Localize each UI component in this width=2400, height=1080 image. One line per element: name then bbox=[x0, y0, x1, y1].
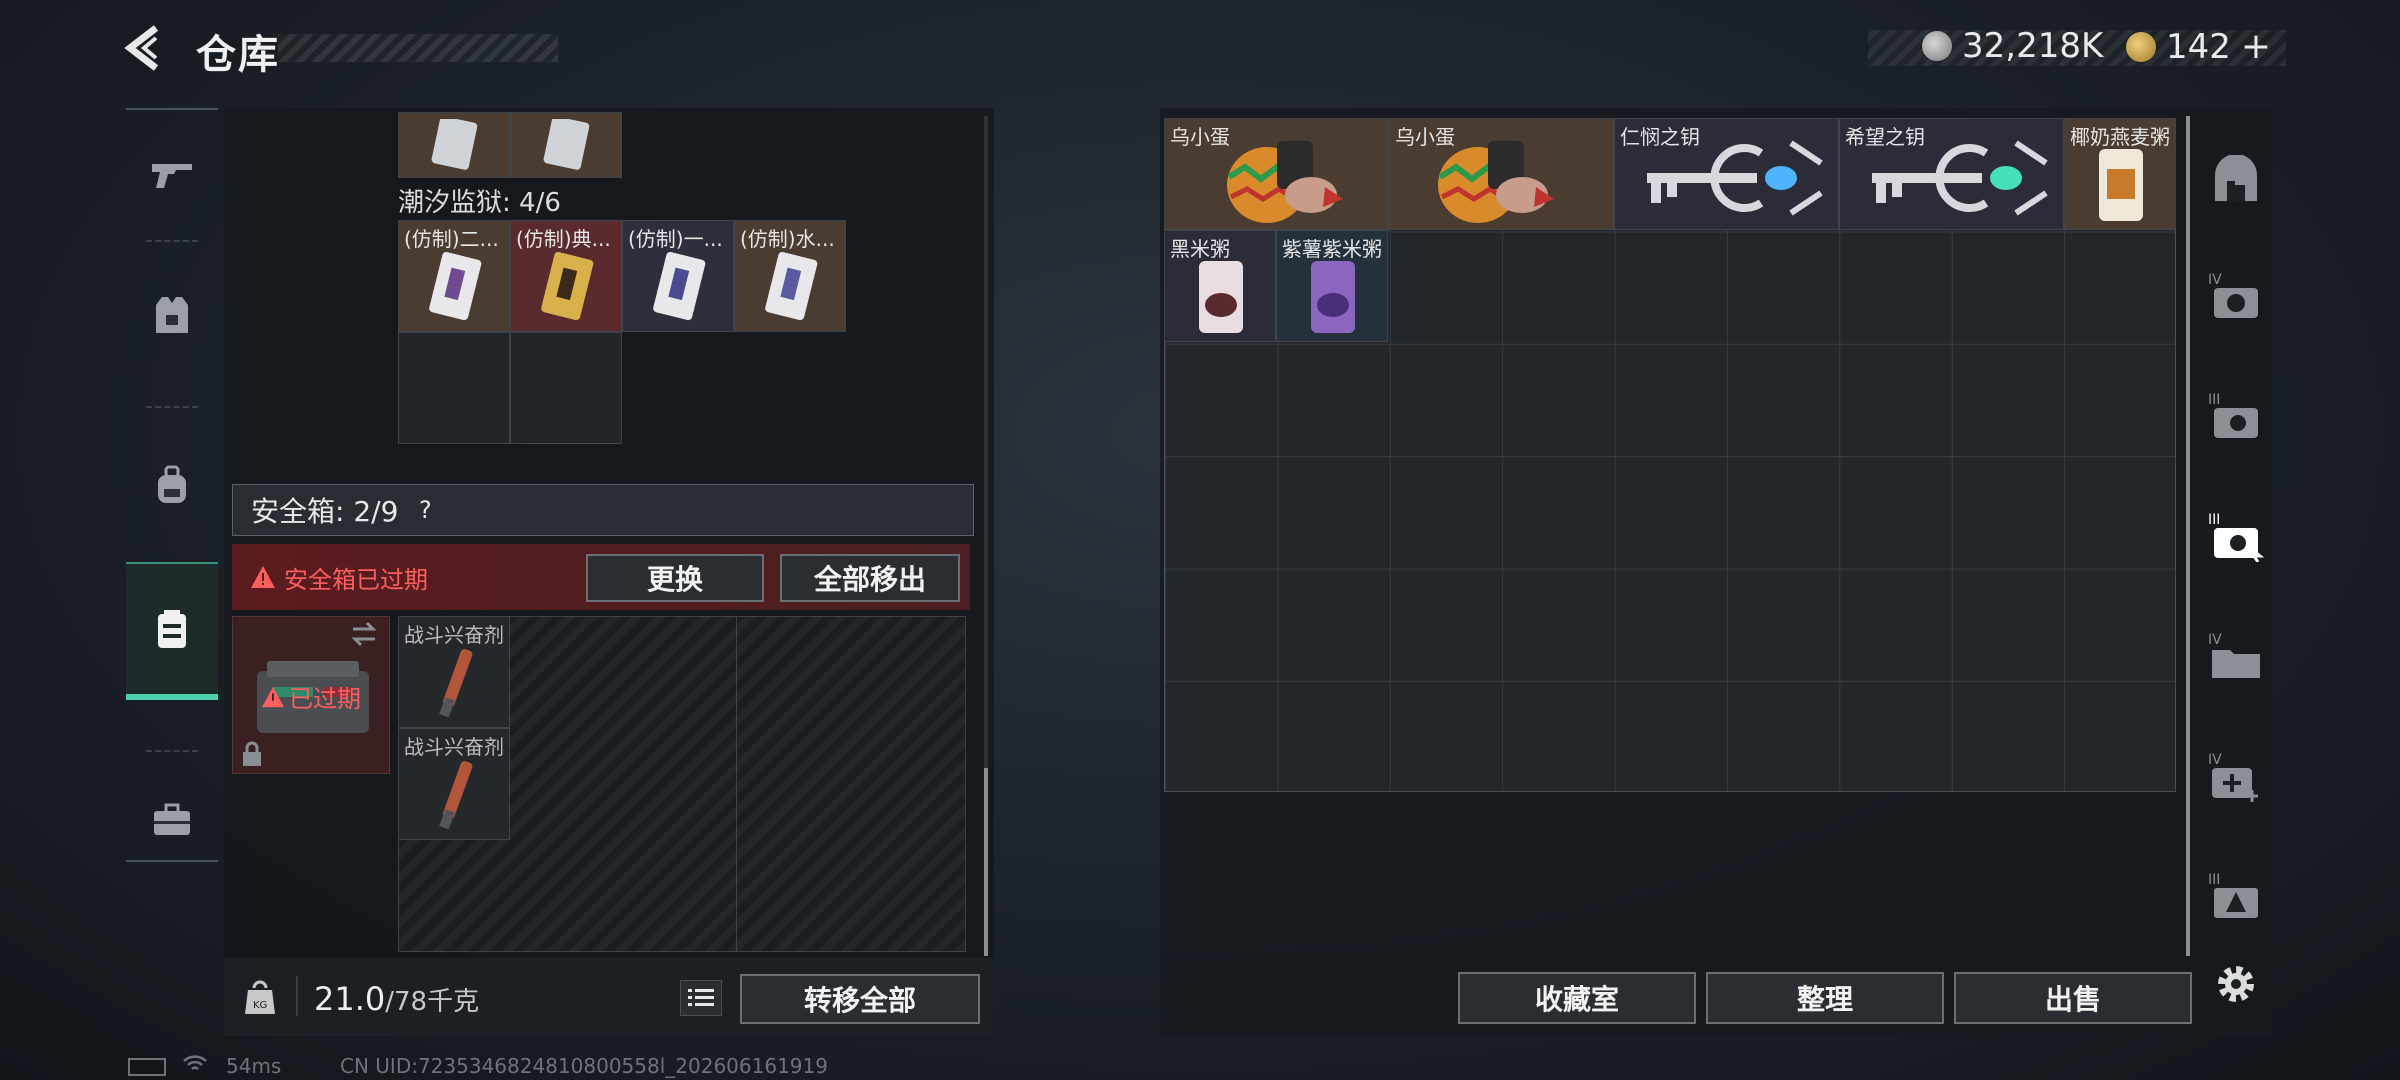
stash-item[interactable]: 乌小蛋 bbox=[1389, 118, 1614, 230]
nav-armor[interactable] bbox=[126, 250, 218, 380]
svg-text:IV: IV bbox=[2208, 632, 2222, 648]
settings-button[interactable] bbox=[2206, 954, 2266, 1014]
cabinet-iv-icon: IV bbox=[2208, 272, 2258, 318]
sell-button[interactable]: 出售 bbox=[1954, 972, 2192, 1024]
stash-item[interactable]: 紫薯紫米粥 bbox=[1276, 230, 1388, 342]
list-view-button[interactable] bbox=[680, 980, 722, 1016]
container-item[interactable] bbox=[510, 112, 622, 178]
container-item[interactable]: (仿制)二... bbox=[398, 220, 510, 332]
svg-text:KG: KG bbox=[253, 1000, 267, 1011]
grid-divider bbox=[736, 616, 737, 952]
weight-current: 21.0 bbox=[314, 980, 386, 1018]
section-label: 潮汐监狱: 4/6 bbox=[398, 188, 561, 218]
stash-item[interactable]: 仁悯之钥 bbox=[1614, 118, 1839, 230]
stash-item[interactable]: 椰奶燕麦粥 bbox=[2064, 118, 2176, 230]
svg-text:III: III bbox=[2208, 512, 2220, 528]
container-item[interactable] bbox=[398, 112, 510, 178]
stash-item[interactable]: 黑米粥 bbox=[1164, 230, 1276, 342]
safebox-item[interactable]: 战斗兴奋剂 bbox=[398, 728, 510, 840]
gold-coin-icon bbox=[2126, 31, 2156, 62]
backpack-icon bbox=[158, 465, 186, 503]
add-gold-button[interactable]: + bbox=[2241, 26, 2271, 67]
vault-home-icon bbox=[2215, 155, 2257, 201]
cabinet-iii-active-icon: III bbox=[2208, 512, 2264, 562]
weight-readout: 21.0 /78千克 bbox=[314, 980, 479, 1018]
collection-room-button[interactable]: 收藏室 bbox=[1458, 972, 1696, 1024]
nav-weapons[interactable] bbox=[126, 110, 218, 240]
swap-icon[interactable] bbox=[349, 621, 379, 647]
warning-box-iii-icon: III bbox=[2208, 872, 2258, 918]
container-item[interactable]: (仿制)典... bbox=[510, 220, 622, 332]
warning-icon bbox=[251, 566, 275, 588]
svg-text:III: III bbox=[2208, 872, 2220, 888]
ping-readout: 54ms bbox=[226, 1054, 282, 1078]
gear-icon bbox=[2218, 966, 2254, 1002]
nav-safebox[interactable] bbox=[126, 562, 218, 700]
silver-currency: 32,218K bbox=[1922, 26, 2103, 66]
weight-max: /78千克 bbox=[385, 987, 480, 1017]
stash-tab-nav: IV III III IV IV III bbox=[2192, 108, 2272, 1036]
wifi-icon bbox=[182, 1054, 208, 1079]
case-expired-label: 已过期 bbox=[289, 685, 361, 713]
divider bbox=[296, 976, 298, 1016]
tab-cabinet-iii-active[interactable]: III bbox=[2206, 506, 2266, 566]
safebox-capacity: 安全箱: 2/9 bbox=[251, 495, 399, 528]
tab-medkit-iv[interactable]: IV bbox=[2206, 746, 2266, 806]
medkit-iv-icon: IV bbox=[2208, 752, 2258, 802]
uid-readout: CN UID:7235346824810800558l_202606161919 bbox=[340, 1054, 828, 1078]
container-item[interactable]: (仿制)水... bbox=[734, 220, 846, 332]
sort-button[interactable]: 整理 bbox=[1706, 972, 1944, 1024]
nav-backpack[interactable] bbox=[126, 420, 218, 550]
toolbox-icon bbox=[154, 803, 190, 835]
tab-cabinet-iv[interactable]: IV bbox=[2206, 266, 2266, 326]
tab-cabinet-iii[interactable]: III bbox=[2206, 386, 2266, 446]
safebox-case-slot[interactable]: 已过期 bbox=[232, 616, 390, 774]
gold-currency[interactable]: 142 + bbox=[2126, 26, 2271, 67]
armor-vest-icon bbox=[156, 297, 188, 333]
nav-toolbox[interactable] bbox=[126, 755, 218, 885]
container-item[interactable]: (仿制)一... bbox=[622, 220, 734, 332]
title-decoration bbox=[278, 34, 558, 62]
tab-folder-iv[interactable]: IV bbox=[2206, 626, 2266, 686]
page-title: 仓库 bbox=[196, 32, 280, 78]
expired-warning-icon bbox=[262, 686, 284, 707]
safebox-icon bbox=[158, 610, 186, 648]
silver-coin-icon bbox=[1922, 31, 1952, 61]
lock-icon bbox=[243, 741, 261, 766]
gun-icon bbox=[152, 164, 192, 188]
cabinet-iii-icon: III bbox=[2208, 392, 2258, 438]
help-icon[interactable]: ? bbox=[410, 495, 440, 525]
svg-text:III: III bbox=[2208, 392, 2220, 408]
empty-slot[interactable] bbox=[510, 332, 622, 444]
battery-icon bbox=[128, 1058, 166, 1076]
left-category-nav bbox=[126, 108, 218, 862]
expired-warning-text: 安全箱已过期 bbox=[284, 565, 428, 594]
safebox-item[interactable]: 战斗兴奋剂 bbox=[398, 616, 510, 728]
right-scrollbar[interactable] bbox=[2186, 116, 2190, 956]
stash-item[interactable]: 乌小蛋 bbox=[1164, 118, 1389, 230]
stash-item[interactable]: 希望之钥 bbox=[1839, 118, 2064, 230]
tab-vault-home[interactable] bbox=[2206, 150, 2266, 210]
folder-iv-icon: IV bbox=[2208, 632, 2260, 678]
list-icon bbox=[688, 989, 714, 1006]
left-scrollbar-thumb[interactable] bbox=[984, 768, 988, 956]
gold-amount: 142 bbox=[2166, 26, 2231, 67]
silver-amount: 32,218K bbox=[1962, 26, 2104, 66]
svg-text:IV: IV bbox=[2208, 272, 2222, 288]
weight-icon: KG bbox=[244, 978, 276, 1020]
tab-warning-box-iii[interactable]: III bbox=[2206, 866, 2266, 926]
empty-slot[interactable] bbox=[398, 332, 510, 444]
back-icon[interactable] bbox=[122, 24, 170, 72]
transfer-all-button[interactable]: 转移全部 bbox=[740, 974, 980, 1024]
remove-all-button[interactable]: 全部移出 bbox=[780, 554, 960, 602]
replace-button[interactable]: 更换 bbox=[586, 554, 764, 602]
svg-text:IV: IV bbox=[2208, 752, 2222, 768]
safebox-header: 安全箱: 2/9 ? bbox=[232, 484, 974, 536]
